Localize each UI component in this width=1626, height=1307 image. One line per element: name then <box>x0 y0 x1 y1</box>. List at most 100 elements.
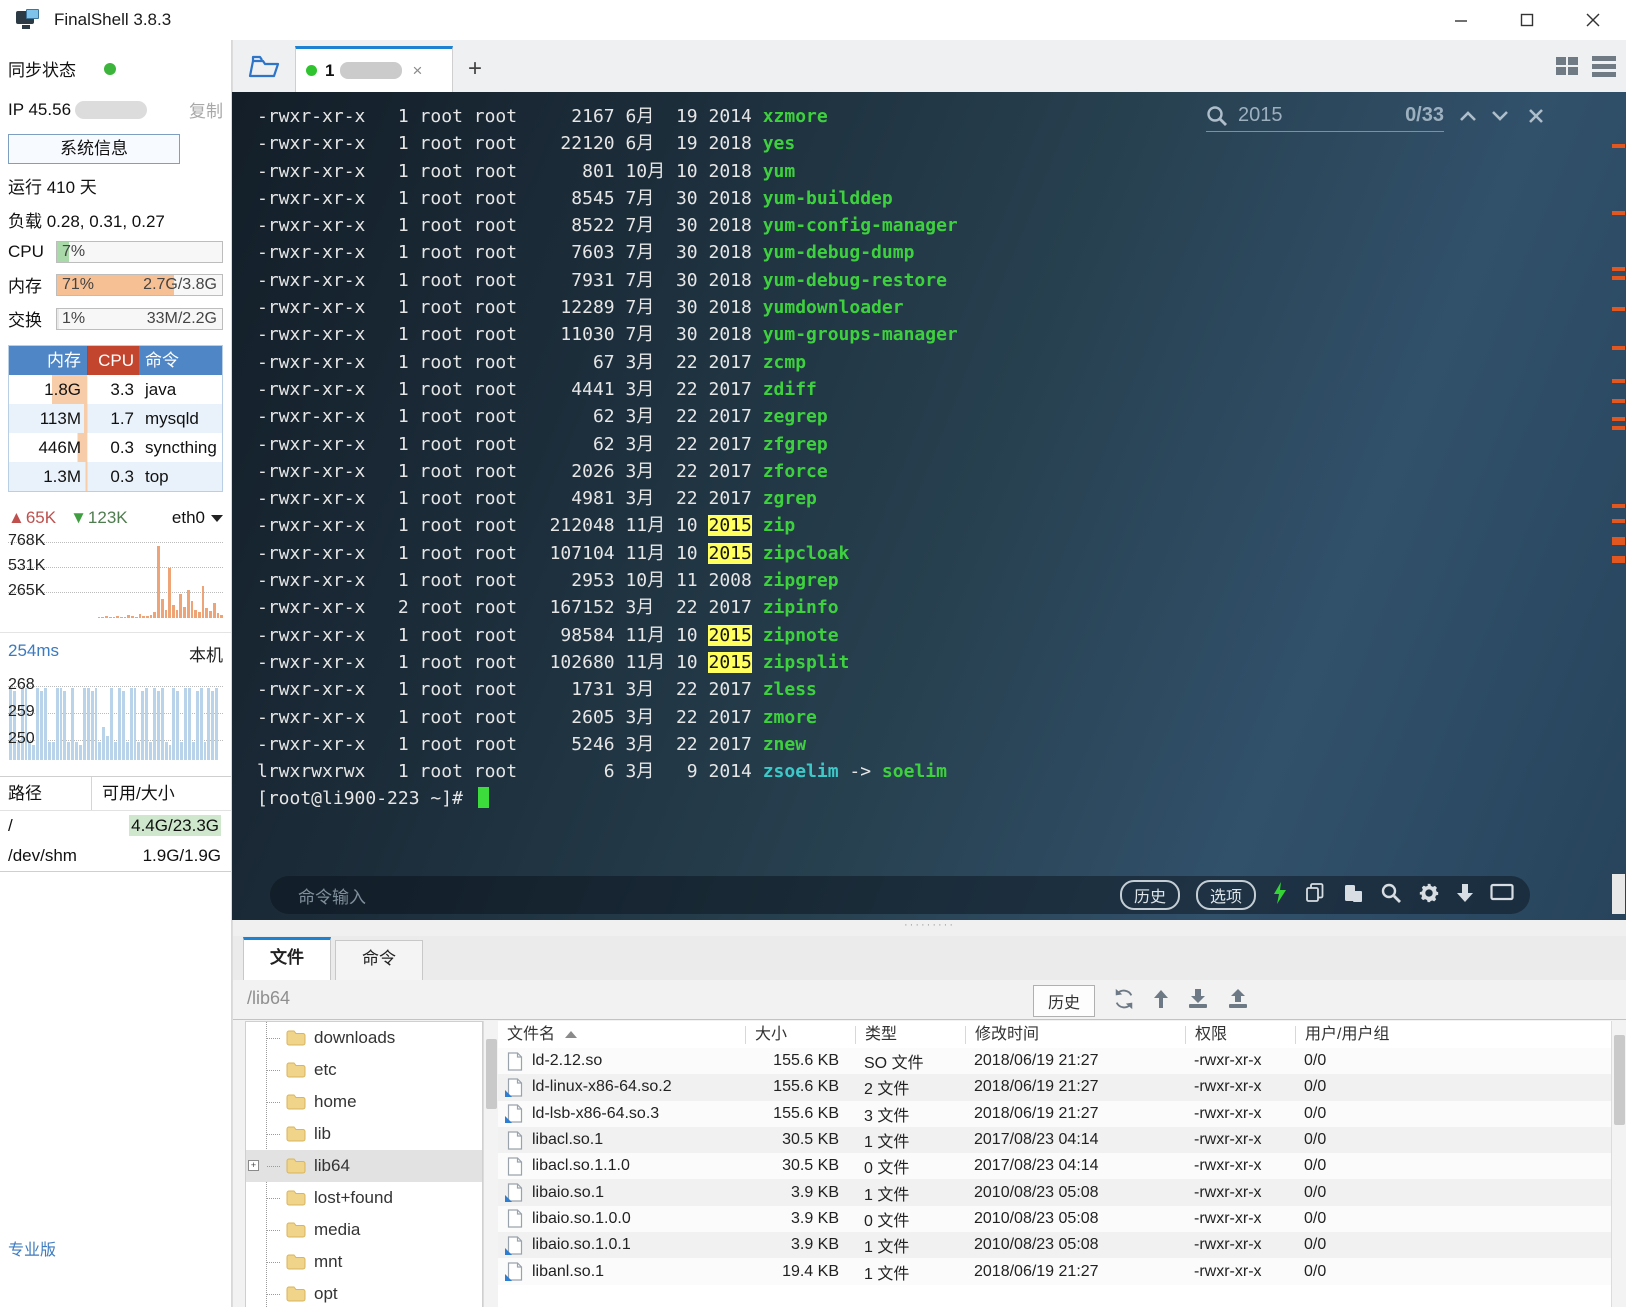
copy-icon[interactable] <box>1304 882 1326 909</box>
memory-meter: 71% 2.7G/3.8G <box>56 274 223 296</box>
scroll-down-icon[interactable] <box>1456 883 1474 908</box>
finalshell-window: FinalShell 3.8.3 同步状态 IP 45.56 复制 系统信息 运… <box>0 0 1626 1307</box>
file-row[interactable]: libaio.so.1.0.13.9 KB1 文件2010/08/23 05:0… <box>498 1232 1611 1258</box>
file-cell: 2 文件 <box>855 1075 965 1099</box>
scrollbar-thumb[interactable] <box>1612 874 1625 914</box>
open-connection-button[interactable] <box>233 40 295 92</box>
tree-item-opt[interactable]: opt <box>246 1278 482 1307</box>
search-terminal-icon[interactable] <box>1380 882 1402 909</box>
new-tab-button[interactable]: + <box>453 46 497 92</box>
panel-splitter[interactable]: ········· <box>232 920 1626 936</box>
search-prev-button[interactable] <box>1458 109 1478 128</box>
tree-item-home[interactable]: home <box>246 1086 482 1118</box>
file-row[interactable]: ld-linux-x86-64.so.2155.6 KB2 文件2018/06/… <box>498 1074 1611 1100</box>
file-column-header[interactable]: 文件名 <box>498 1026 745 1044</box>
file-row[interactable]: libacl.so.1.1.030.5 KB0 文件2017/08/23 04:… <box>498 1153 1611 1179</box>
file-row[interactable]: ld-lsb-x86-64.so.3155.6 KB3 文件2018/06/19… <box>498 1101 1611 1127</box>
file-cell: 1 文件 <box>855 1128 965 1152</box>
tree-item-lost+found[interactable]: lost+found <box>246 1182 482 1214</box>
tree-item-downloads[interactable]: downloads <box>246 1022 482 1054</box>
current-path-field[interactable]: /lib64 <box>247 988 290 1009</box>
edition-label: 专业版 <box>8 1236 56 1260</box>
terminal-line: -rwxr-xr-x 1 root root 2953 10月 11 2008 … <box>257 567 958 594</box>
file-cell: -rwxr-xr-x <box>1185 1210 1295 1228</box>
header-memory: 内存 <box>9 346 87 375</box>
file-column-header[interactable]: 用户/用户组 <box>1295 1026 1611 1044</box>
bottom-tab-commands[interactable]: 命令 <box>335 940 423 980</box>
upload-icon[interactable] <box>1227 988 1249 1015</box>
interface-name: eth0 <box>172 508 205 528</box>
terminal-scrollbar[interactable] <box>1610 92 1626 920</box>
grid-view-icon[interactable] <box>1556 57 1578 75</box>
cpu-meter: 7% <box>56 241 223 263</box>
search-input[interactable]: 2015 <box>1238 104 1283 127</box>
tab-close-icon[interactable]: × <box>412 61 422 81</box>
command-input[interactable]: 命令输入 <box>298 883 366 908</box>
tree-scrollbar-thumb[interactable] <box>486 1039 497 1109</box>
minimize-button[interactable] <box>1428 0 1494 40</box>
file-column-header[interactable]: 修改时间 <box>965 1026 1185 1044</box>
monitor-sidebar: 同步状态 IP 45.56 复制 系统信息 运行 410 天 负载 0.28, … <box>0 40 232 1307</box>
tree-connector <box>267 1262 280 1263</box>
file-history-button[interactable]: 历史 <box>1033 985 1095 1017</box>
interface-selector[interactable]: eth0 <box>172 508 223 528</box>
tree-item-lib64[interactable]: +lib64 <box>246 1150 482 1182</box>
search-close-icon[interactable] <box>1528 108 1544 129</box>
fullscreen-monitor-icon[interactable] <box>1490 883 1514 908</box>
history-button[interactable]: 历史 <box>1120 880 1180 910</box>
refresh-icon[interactable] <box>1113 988 1135 1015</box>
file-row[interactable]: libanl.so.119.4 KB1 文件2018/06/19 21:27-r… <box>498 1258 1611 1284</box>
bottom-tab-files[interactable]: 文件 <box>243 937 331 980</box>
file-cell: 0 文件 <box>855 1154 965 1178</box>
settings-gear-icon[interactable] <box>1418 882 1440 909</box>
file-cell: -rwxr-xr-x <box>1185 1184 1295 1202</box>
shell-prompt: [root@li900-223 ~]# <box>257 785 958 812</box>
copy-ip-button[interactable]: 复制 <box>189 97 223 122</box>
memory-percent: 71% <box>62 276 94 294</box>
close-button[interactable] <box>1560 0 1626 40</box>
terminal[interactable]: -rwxr-xr-x 1 root root 2167 6月 19 2014 x… <box>232 92 1626 920</box>
file-row[interactable]: ld-2.12.so155.6 KBSO 文件2018/06/19 21:27-… <box>498 1048 1611 1074</box>
search-match-mark <box>1612 426 1625 430</box>
table-scrollbar-thumb[interactable] <box>1614 1035 1625 1125</box>
parent-directory-icon[interactable] <box>1153 989 1169 1014</box>
system-info-button[interactable]: 系统信息 <box>8 134 180 164</box>
tree-item-media[interactable]: media <box>246 1214 482 1246</box>
tree-item-label: etc <box>314 1060 337 1080</box>
tree-item-lib[interactable]: lib <box>246 1118 482 1150</box>
paste-icon[interactable] <box>1342 882 1364 909</box>
list-view-icon[interactable] <box>1592 56 1616 77</box>
file-cell: 0/0 <box>1295 1157 1611 1175</box>
file-row[interactable]: libacl.so.130.5 KB1 文件2017/08/23 04:14-r… <box>498 1127 1611 1153</box>
maximize-button[interactable] <box>1494 0 1560 40</box>
file-row[interactable]: libaio.so.1.0.03.9 KB0 文件2010/08/23 05:0… <box>498 1206 1611 1232</box>
main-area: 1 × + -rwxr-xr-x 1 root root 2167 6月 19 … <box>232 40 1626 1307</box>
terminal-line: -rwxr-xr-x 2 root root 167152 3月 22 2017… <box>257 594 958 621</box>
download-icon[interactable] <box>1187 988 1209 1015</box>
file-column-header[interactable]: 权限 <box>1185 1026 1295 1044</box>
terminal-line: -rwxr-xr-x 1 root root 11030 7月 30 2018 … <box>257 321 958 348</box>
file-cell: 2018/06/19 21:27 <box>965 1263 1185 1281</box>
search-next-button[interactable] <box>1490 109 1510 128</box>
file-row[interactable]: libaio.so.13.9 KB1 文件2010/08/23 05:08-rw… <box>498 1179 1611 1205</box>
options-button[interactable]: 选项 <box>1196 880 1256 910</box>
file-column-header[interactable]: 大小 <box>745 1026 855 1044</box>
folder-icon <box>286 1158 306 1174</box>
file-column-header[interactable]: 类型 <box>855 1026 965 1044</box>
load-text: 负载 0.28, 0.31, 0.27 <box>0 207 231 232</box>
terminal-line: -rwxr-xr-x 1 root root 7603 7月 30 2018 y… <box>257 239 958 266</box>
ping-chart: 268 259 250 <box>8 672 223 760</box>
header-path: 路径 <box>0 777 92 810</box>
expand-icon[interactable]: + <box>248 1160 259 1171</box>
session-tab[interactable]: 1 × <box>295 46 453 92</box>
upload-arrow-icon: ▲ <box>8 508 25 528</box>
tree-item-label: media <box>314 1220 360 1240</box>
tree-item-mnt[interactable]: mnt <box>246 1246 482 1278</box>
quick-command-icon[interactable] <box>1272 882 1288 909</box>
app-icon <box>16 9 42 31</box>
tree-scrollbar[interactable] <box>483 1021 498 1307</box>
file-icon <box>507 1157 523 1176</box>
tree-item-etc[interactable]: etc <box>246 1054 482 1086</box>
table-scrollbar[interactable] <box>1611 1021 1626 1307</box>
file-cell: -rwxr-xr-x <box>1185 1052 1295 1070</box>
